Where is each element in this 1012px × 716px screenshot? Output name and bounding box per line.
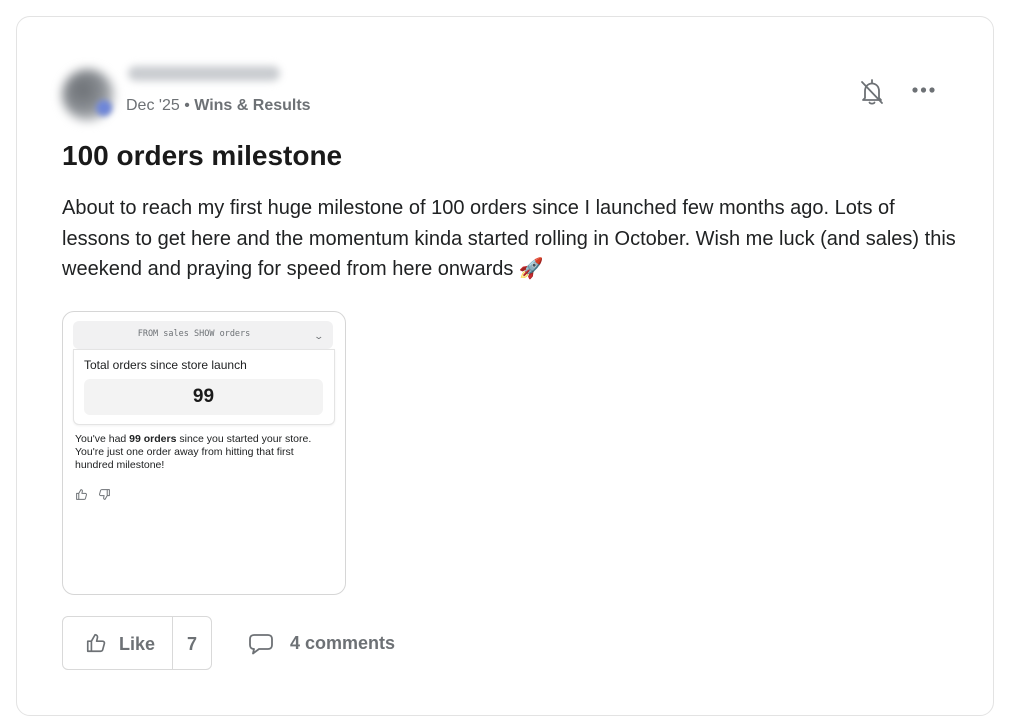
chevron-down-icon: ⌄ [313, 331, 325, 341]
result-card: Total orders since store launch 99 [73, 349, 335, 425]
meta-separator: • [179, 97, 195, 114]
post-meta: Dec '25 • Wins & Results [126, 97, 311, 115]
author-name-redacted[interactable] [128, 66, 280, 81]
result-value-box: 99 [84, 379, 323, 415]
comment-icon [249, 634, 273, 655]
thumbs-down-icon [99, 489, 111, 500]
desc-bold: 99 orders [129, 433, 177, 445]
like-count[interactable]: 7 [173, 634, 211, 655]
more-options-button[interactable] [910, 82, 940, 98]
result-value: 99 [192, 386, 215, 407]
post-category[interactable]: Wins & Results [194, 97, 310, 114]
query-text: FROM sales SHOW orders [137, 329, 251, 339]
result-description: You've had 99 orders since you started y… [75, 433, 335, 472]
comments-label: 4 comments [290, 633, 396, 653]
bell-off-icon[interactable] [860, 78, 884, 106]
like-label: Like [119, 634, 156, 654]
attachment-image[interactable]: FROM sales SHOW orders ⌄ Total orders si… [62, 311, 346, 595]
more-horizontal-icon [912, 87, 935, 93]
desc-before: You've had [75, 433, 130, 445]
thumbs-up-icon [86, 633, 106, 653]
post-title[interactable]: 100 orders milestone [62, 140, 342, 172]
thumbs-up-icon [76, 489, 87, 500]
like-control: Like 7 [62, 616, 212, 670]
query-bar: FROM sales SHOW orders ⌄ [73, 321, 333, 349]
post-body: About to reach my first huge milestone o… [62, 197, 956, 280]
feedback-icons [75, 488, 117, 502]
result-label: Total orders since store launch [84, 358, 247, 372]
post-date: Dec '25 [126, 97, 180, 114]
avatar-status-dot [96, 100, 112, 116]
like-button[interactable]: Like [63, 617, 172, 669]
